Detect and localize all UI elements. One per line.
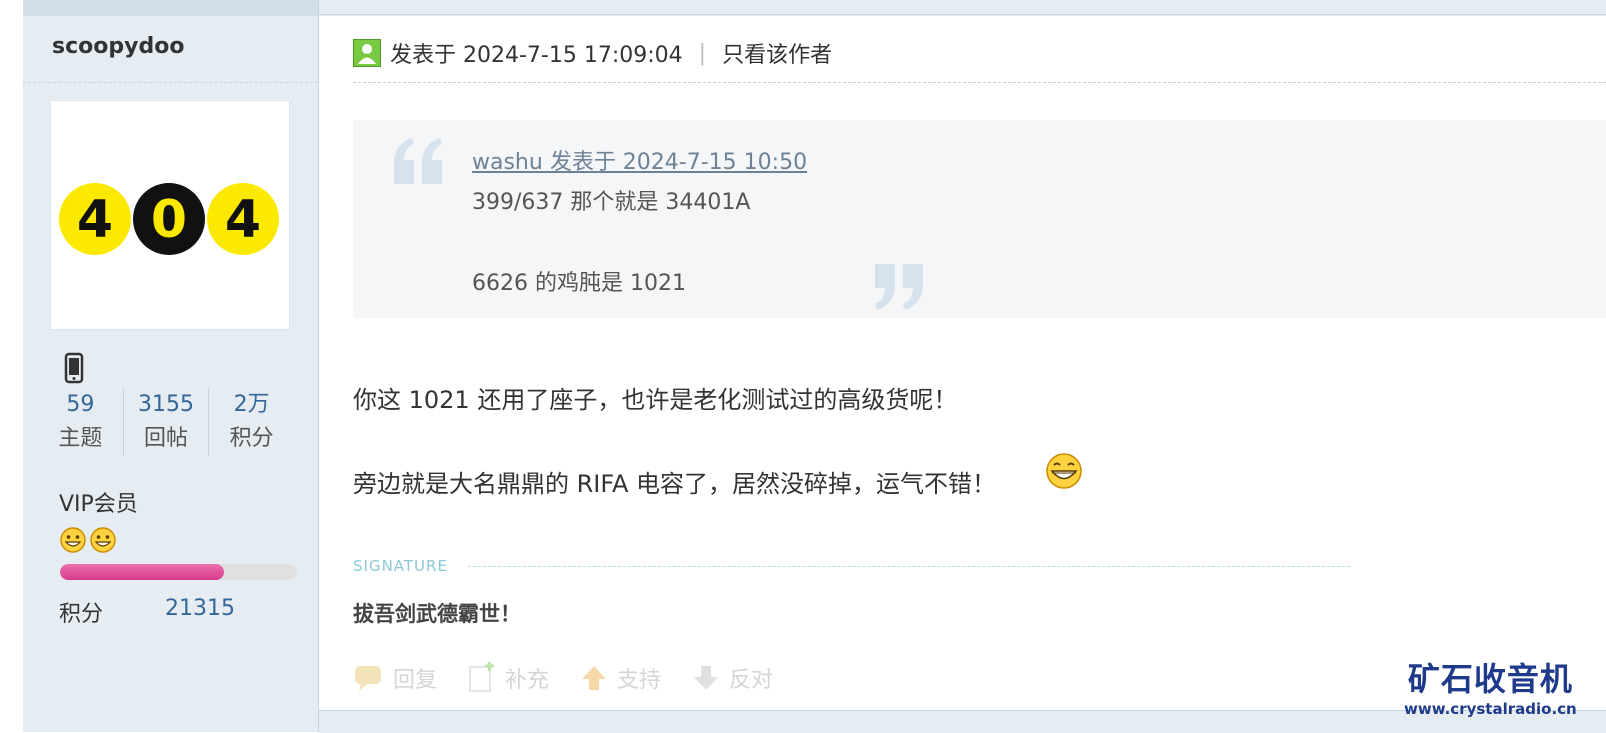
header-separator: |	[698, 40, 707, 66]
open-quote-icon	[394, 138, 442, 184]
stat-credits-label: 积分	[229, 426, 274, 451]
supplement-label: 补充	[505, 668, 550, 693]
level-progress-fill	[60, 564, 224, 580]
smiley-icon	[60, 527, 86, 553]
oppose-label: 反对	[729, 668, 774, 693]
rank-stars	[59, 526, 117, 554]
reply-label: 回复	[393, 668, 438, 693]
header-divider	[353, 82, 1606, 83]
credit-value: 21315	[165, 596, 235, 621]
only-author-link[interactable]: 只看该作者	[722, 37, 832, 69]
author-stats: 59 主题 3155 回帖 2万 积分	[38, 388, 294, 456]
left-gutter	[0, 0, 23, 732]
watermark-url: www.crystalradio.cn	[1404, 700, 1577, 718]
post-time: 发表于 2024-7-15 17:09:04	[390, 43, 683, 68]
level-progress-bar	[60, 564, 297, 580]
watermark-cn: 矿石收音机	[1407, 660, 1573, 698]
quote-block: washu 发表于 2024-7-15 10:50 399/637 那个就是 3…	[353, 120, 1606, 318]
user-group[interactable]: VIP会员	[59, 486, 138, 518]
user-online-icon	[353, 39, 381, 67]
avatar-image: 4 0 4	[59, 183, 279, 255]
signature-divider	[468, 566, 1350, 567]
close-quote-icon	[875, 264, 923, 310]
stat-credits-value[interactable]: 2万	[209, 388, 294, 422]
stat-credits[interactable]: 2万 积分	[209, 388, 294, 456]
stat-replies-value[interactable]: 3155	[124, 388, 209, 422]
supplement-icon	[469, 662, 495, 692]
mobile-icon	[63, 352, 85, 384]
author-sidebar: scoopydoo 4 0 4 59 主题 3155 回帖 2万 积分 VIP会…	[23, 0, 319, 732]
post-body-line-1: 你这 1021 还用了座子，也许是老化测试过的高级货呢！	[353, 386, 958, 414]
stat-topics[interactable]: 59 主题	[38, 388, 124, 456]
sidebar-top-band	[23, 0, 318, 16]
stat-replies[interactable]: 3155 回帖	[124, 388, 210, 456]
svg-text:4: 4	[77, 190, 113, 250]
svg-text:4: 4	[225, 190, 261, 250]
stat-topics-label: 主题	[58, 426, 103, 451]
credit-row: 积分 21315	[59, 596, 235, 628]
svg-text:0: 0	[151, 190, 187, 250]
oppose-button[interactable]: 反对	[691, 662, 773, 694]
quote-line-1: 399/637 那个就是 34401A	[472, 190, 751, 215]
reply-button[interactable]: 回复	[353, 662, 437, 694]
post-content-area: 发表于 2024-7-15 17:09:04 | 只看该作者 washu 发表于…	[319, 0, 1606, 733]
support-label: 支持	[617, 668, 662, 693]
smiley-icon	[90, 527, 116, 553]
post-body-line-2: 旁边就是大名鼎鼎的 RIFA 电容了，居然没碎掉，运气不错！	[353, 470, 997, 498]
post-actions: 回复 补充 支持 反对	[353, 660, 803, 696]
sidebar-divider	[23, 82, 318, 83]
credit-label: 积分	[59, 602, 104, 627]
thumb-up-arrow-icon	[582, 666, 607, 690]
signature-label: SIGNATURE	[353, 557, 448, 575]
author-username[interactable]: scoopydoo	[52, 34, 184, 59]
site-watermark: 矿石收音机 www.crystalradio.cn	[1404, 654, 1577, 718]
avatar[interactable]: 4 0 4	[51, 101, 289, 329]
stat-topics-value[interactable]: 59	[38, 388, 123, 422]
reply-icon	[355, 666, 381, 691]
support-button[interactable]: 支持	[579, 662, 661, 694]
thumb-down-arrow-icon	[694, 666, 719, 690]
signature-text: 拔吾剑武德霸世！	[353, 602, 521, 626]
quote-line-2: 6626 的鸡肫是 1021	[472, 271, 686, 296]
supplement-button[interactable]: 补充	[467, 662, 549, 694]
post-header: 发表于 2024-7-15 17:09:04 | 只看该作者	[353, 38, 832, 68]
quote-author-link[interactable]: washu 发表于 2024-7-15 10:50	[472, 144, 807, 176]
post-top-line	[319, 14, 1606, 15]
stat-replies-label: 回帖	[144, 426, 189, 451]
grin-emoji-icon	[1046, 453, 1082, 489]
